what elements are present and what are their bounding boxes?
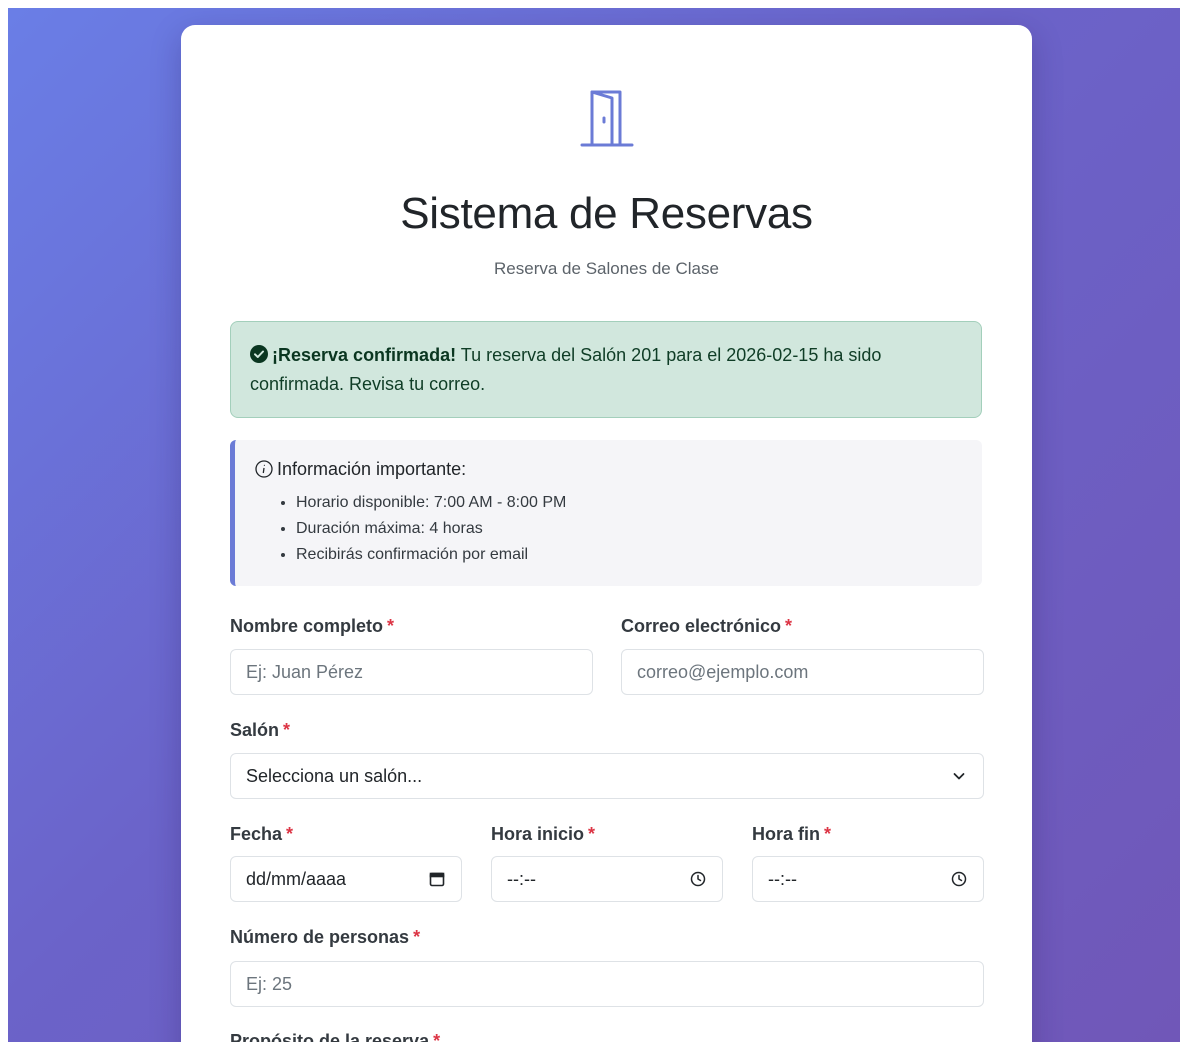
hora-fin-value: --:--: [768, 868, 797, 889]
salon-label: Salón *: [230, 720, 291, 740]
required-mark: *: [413, 927, 421, 947]
info-box: Información importante: Horario disponib…: [230, 440, 982, 586]
personas-placeholder: Ej: 25: [246, 973, 293, 994]
hora-fin-label: Hora fin *: [752, 824, 832, 844]
info-list: Horario disponible: 7:00 AM - 8:00 PM Du…: [255, 490, 962, 568]
door-open-icon: [580, 90, 634, 147]
info-item: Duración máxima: 4 horas: [296, 516, 962, 542]
personas-input[interactable]: Ej: 25: [230, 961, 984, 1007]
chevron-down-icon: [950, 767, 968, 785]
clock-icon[interactable]: [689, 870, 707, 888]
required-mark: *: [433, 1031, 441, 1042]
required-mark: *: [286, 824, 294, 844]
proposito-label: Propósito de la reserva *: [230, 1029, 440, 1042]
info-heading: Información importante:: [255, 456, 962, 482]
personas-label: Número de personas *: [230, 927, 421, 947]
page-background: Sistema de Reservas Reserva de Salones d…: [8, 8, 1180, 1042]
hora-fin-input[interactable]: --:--: [752, 856, 984, 902]
correo-label: Correo electrónico *: [621, 616, 793, 636]
correo-input[interactable]: correo@ejemplo.com: [621, 649, 984, 695]
hora-inicio-value: --:--: [507, 868, 536, 889]
info-title: Información importante:: [277, 459, 467, 479]
fecha-value: dd/mm/aaaa: [246, 868, 347, 889]
nombre-placeholder: Ej: Juan Pérez: [246, 661, 364, 682]
info-circle-icon: [255, 460, 273, 478]
calendar-icon[interactable]: [428, 870, 446, 888]
page-subtitle: Reserva de Salones de Clase: [494, 259, 719, 278]
hora-inicio-label: Hora inicio *: [491, 824, 596, 844]
info-item: Horario disponible: 7:00 AM - 8:00 PM: [296, 490, 962, 516]
required-mark: *: [387, 616, 395, 636]
info-item: Recibirás confirmación por email: [296, 542, 962, 568]
nombre-label: Nombre completo *: [230, 616, 395, 636]
page-title: Sistema de Reservas: [400, 189, 813, 238]
required-mark: *: [283, 720, 291, 740]
success-alert: ¡Reserva confirmada! Tu reserva del Saló…: [230, 321, 982, 418]
clock-icon[interactable]: [950, 870, 968, 888]
fecha-label: Fecha *: [230, 824, 294, 844]
required-mark: *: [785, 616, 793, 636]
check-circle-icon: [250, 345, 268, 363]
reservation-card: Sistema de Reservas Reserva de Salones d…: [181, 25, 1032, 1042]
required-mark: *: [588, 824, 596, 844]
alert-strong-text: ¡Reserva confirmada!: [272, 345, 457, 365]
hora-inicio-input[interactable]: --:--: [491, 856, 723, 902]
nombre-input[interactable]: Ej: Juan Pérez: [230, 649, 593, 695]
required-mark: *: [824, 824, 832, 844]
correo-placeholder: correo@ejemplo.com: [637, 661, 809, 682]
salon-selected: Selecciona un salón...: [246, 765, 423, 786]
fecha-input[interactable]: dd/mm/aaaa: [230, 856, 462, 902]
salon-select[interactable]: Selecciona un salón...: [230, 753, 984, 799]
